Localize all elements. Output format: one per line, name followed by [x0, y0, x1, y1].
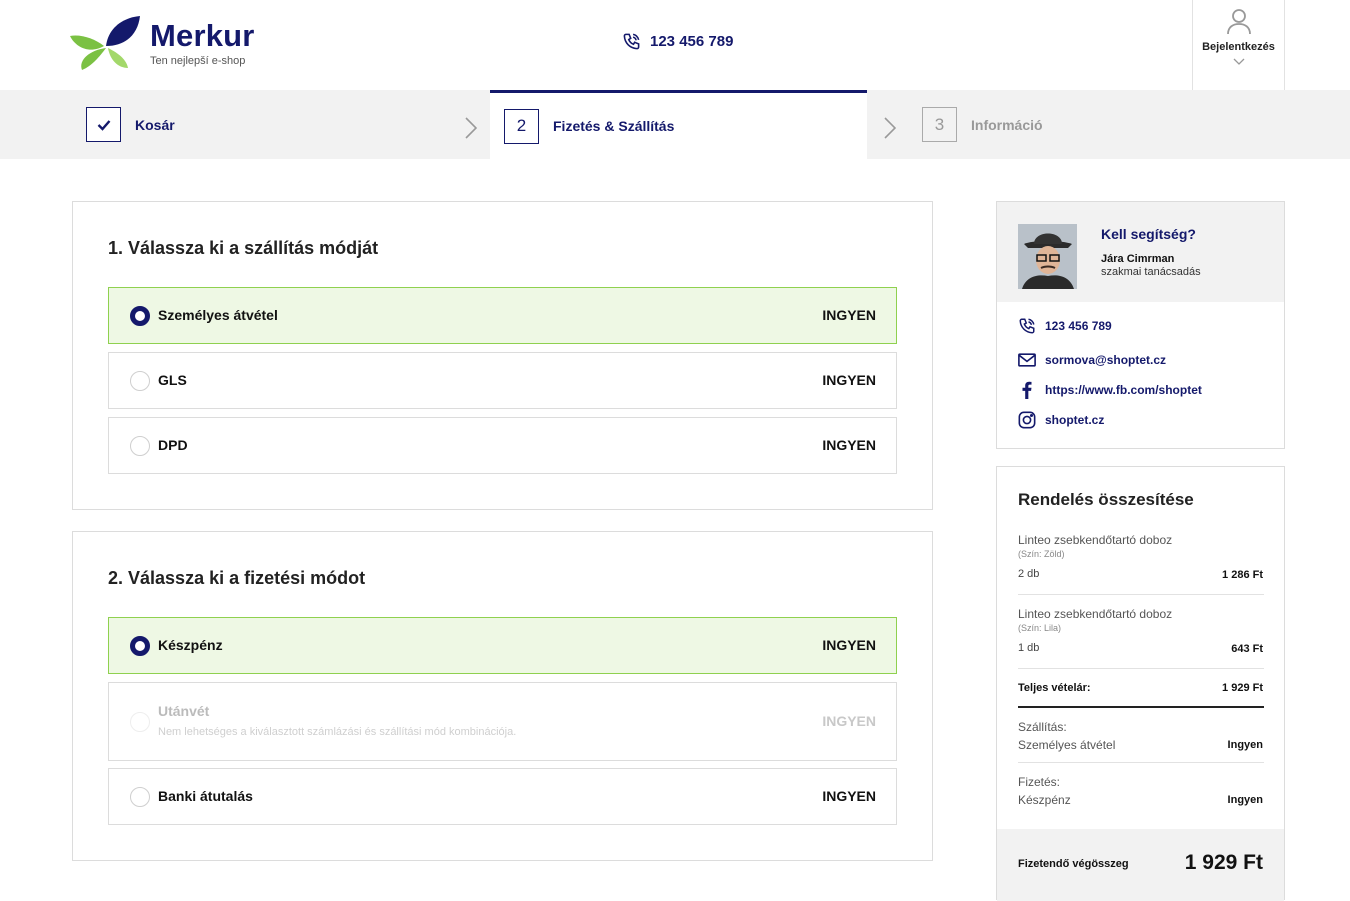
- header: Merkur Ten nejlepší e-shop 123 456 789 B…: [0, 0, 1350, 90]
- radio-button[interactable]: [130, 787, 150, 807]
- facebook-icon: [1022, 381, 1032, 399]
- option-label: GLS: [158, 372, 187, 388]
- step-label: Kosár: [135, 116, 175, 133]
- payment-price: Ingyen: [1227, 794, 1263, 806]
- butterfly-logo-icon: [70, 16, 140, 70]
- radio-button[interactable]: [130, 436, 150, 456]
- option-price: INGYEN: [822, 307, 876, 323]
- logo-tagline: Ten nejlepší e-shop: [150, 55, 246, 67]
- divider: [1018, 706, 1264, 708]
- option-price: INGYEN: [822, 437, 876, 453]
- chevron-right-icon: [465, 117, 477, 139]
- option-price: INGYEN: [822, 637, 876, 653]
- option-price: INGYEN: [822, 713, 876, 729]
- shipping-price: Ingyen: [1227, 739, 1263, 751]
- option-price: INGYEN: [822, 372, 876, 388]
- divider: [1018, 594, 1264, 595]
- help-panel: Kell segítség? Jára Cimrman szakmai taná…: [996, 201, 1285, 449]
- section-title: 2. Válassza ki a fizetési módot: [108, 568, 366, 588]
- step-done-box: [86, 107, 121, 142]
- contact-text: https://www.fb.com/shoptet: [1045, 383, 1202, 397]
- login-label: Bejelentkezés: [1202, 41, 1275, 53]
- option-label: DPD: [158, 437, 188, 453]
- mail-icon: [1018, 353, 1036, 367]
- final-total-bar: Fizetendő végösszeg 1 929 Ft: [997, 829, 1284, 901]
- item-price: 643 Ft: [1231, 643, 1263, 655]
- final-label: Fizetendő végösszeg: [1018, 858, 1129, 870]
- option-label: Személyes átvétel: [158, 307, 278, 323]
- payment-option-cash[interactable]: Készpénz INGYEN: [108, 617, 897, 674]
- phone-icon: [623, 33, 640, 49]
- help-phone[interactable]: 123 456 789: [1018, 316, 1112, 336]
- option-label: Utánvét: [158, 703, 210, 719]
- divider: [1018, 668, 1264, 669]
- option-label: Banki átutalás: [158, 788, 253, 804]
- option-note: Nem lehetséges a kiválasztott számlázási…: [158, 726, 517, 738]
- logo-name: Merkur: [150, 18, 255, 53]
- step-number-box: 2: [504, 108, 539, 144]
- step-information[interactable]: 3 Információ: [922, 90, 1043, 159]
- chevron-right-icon: [884, 117, 896, 139]
- item-variant: (Szín: Lila): [1018, 623, 1062, 633]
- header-phone[interactable]: 123 456 789: [622, 30, 733, 52]
- payment-section: 2. Válassza ki a fizetési módot Készpénz…: [72, 531, 933, 861]
- phone-icon: [1019, 318, 1035, 334]
- payment-option-cod: Utánvét Nem lehetséges a kiválasztott sz…: [108, 682, 897, 761]
- payment-option-bank-transfer[interactable]: Banki átutalás INGYEN: [108, 768, 897, 825]
- advisor-role: szakmai tanácsadás: [1101, 266, 1201, 278]
- step-label: Fizetés & Szállítás: [553, 118, 675, 134]
- contact-text: 123 456 789: [1045, 319, 1112, 333]
- help-email[interactable]: sormova@shoptet.cz: [1018, 350, 1166, 370]
- shipping-option-dpd[interactable]: DPD INGYEN: [108, 417, 897, 474]
- item-quantity: 1 db: [1018, 642, 1040, 654]
- shipping-section: 1. Válassza ki a szállítás módját Személ…: [72, 201, 933, 510]
- help-title: Kell segítség?: [1101, 226, 1196, 242]
- help-header: Kell segítség? Jára Cimrman szakmai taná…: [997, 202, 1284, 302]
- item-name: Linteo zsebkendőtartó doboz: [1018, 607, 1173, 621]
- step-payment-shipping[interactable]: 2 Fizetés & Szállítás: [490, 90, 867, 159]
- advisor-name: Jára Cimrman: [1101, 253, 1175, 265]
- total-value: 1 929 Ft: [1222, 682, 1263, 694]
- logo[interactable]: Merkur Ten nejlepší e-shop: [70, 16, 270, 72]
- shipping-option-gls[interactable]: GLS INGYEN: [108, 352, 897, 409]
- help-facebook[interactable]: https://www.fb.com/shoptet: [1018, 380, 1202, 400]
- shipping-label: Szállítás:: [1018, 720, 1067, 734]
- radio-button: [130, 712, 150, 732]
- item-quantity: 2 db: [1018, 568, 1040, 580]
- radio-button[interactable]: [130, 306, 150, 326]
- order-summary: Rendelés összesítése Linteo zsebkendőtar…: [996, 466, 1285, 901]
- item-price: 1 286 Ft: [1222, 569, 1263, 581]
- chevron-down-icon: [1233, 58, 1244, 65]
- radio-button[interactable]: [130, 636, 150, 656]
- option-price: INGYEN: [822, 788, 876, 804]
- total-label: Teljes vételár:: [1018, 682, 1091, 694]
- section-title: 1. Válassza ki a szállítás módját: [108, 238, 379, 258]
- shipping-option-personal[interactable]: Személyes átvétel INGYEN: [108, 287, 897, 344]
- item-variant: (Szín: Zöld): [1018, 549, 1065, 559]
- contact-text: shoptet.cz: [1045, 413, 1105, 427]
- instagram-icon: [1018, 411, 1036, 429]
- checkout-steps: Kosár 2 Fizetés & Szállítás 3 Információ: [0, 90, 1350, 159]
- login-button[interactable]: Bejelentkezés: [1192, 0, 1285, 90]
- payment-value: Készpénz: [1018, 793, 1071, 807]
- checkmark-icon: [97, 119, 110, 131]
- payment-label: Fizetés:: [1018, 775, 1061, 789]
- step-cart[interactable]: Kosár: [86, 90, 175, 159]
- divider: [1018, 762, 1264, 763]
- radio-button[interactable]: [130, 371, 150, 391]
- final-value: 1 929 Ft: [1184, 851, 1263, 874]
- advisor-avatar: [1018, 224, 1077, 289]
- summary-title: Rendelés összesítése: [1018, 490, 1194, 509]
- header-phone-number: 123 456 789: [650, 32, 734, 50]
- contact-text: sormova@shoptet.cz: [1045, 353, 1167, 367]
- option-label: Készpénz: [158, 637, 223, 653]
- item-name: Linteo zsebkendőtartó doboz: [1018, 533, 1173, 547]
- user-icon: [1226, 9, 1251, 35]
- step-number-box: 3: [922, 107, 957, 142]
- help-instagram[interactable]: shoptet.cz: [1018, 410, 1104, 430]
- shipping-value: Személyes átvétel: [1018, 738, 1116, 752]
- step-label: Információ: [971, 116, 1043, 133]
